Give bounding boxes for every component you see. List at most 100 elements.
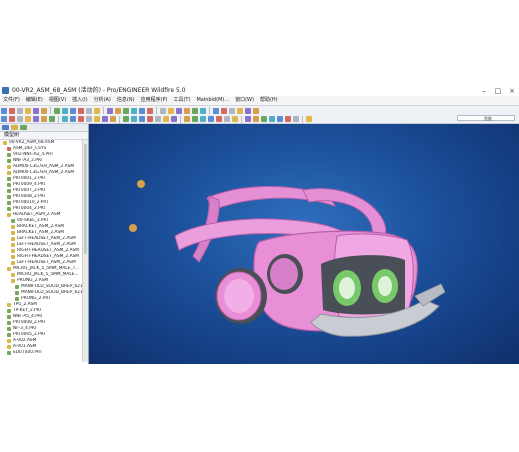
main-tool-icon[interactable] <box>139 107 145 114</box>
main-tool-icon[interactable] <box>160 107 166 114</box>
main-tool-icon[interactable] <box>184 107 190 114</box>
view-tool-icon[interactable] <box>208 116 214 122</box>
view-tool-icon[interactable] <box>269 116 275 122</box>
view-tool-icon[interactable] <box>17 116 23 122</box>
panel-title: 模型树 <box>4 132 20 138</box>
main-tool-icon[interactable] <box>192 107 198 114</box>
menu-item[interactable]: 插入(I) <box>69 96 90 105</box>
folder-browser-tab-icon[interactable] <box>11 125 18 130</box>
view-tool-icon[interactable] <box>123 116 129 122</box>
view-tool-icon[interactable] <box>110 116 116 122</box>
assembly-icon <box>11 273 15 277</box>
view-tool-icon[interactable] <box>41 116 47 122</box>
main-tool-icon[interactable] <box>123 107 129 114</box>
main-tool-icon[interactable] <box>253 107 259 114</box>
main-toolbar <box>0 106 519 115</box>
view-tool-icon[interactable] <box>285 116 291 122</box>
smart-filter-field[interactable]: 智能 <box>457 115 515 121</box>
part-icon <box>7 333 11 337</box>
menu-item[interactable]: 应用程序(P) <box>138 96 171 105</box>
main-tool-icon[interactable] <box>94 107 100 114</box>
view-tool-icon[interactable] <box>253 116 259 122</box>
main-tool-icon[interactable] <box>1 107 7 114</box>
minimize-button[interactable]: – <box>477 86 491 96</box>
main-tool-icon[interactable] <box>41 107 47 114</box>
main-tool-icon[interactable] <box>17 107 23 114</box>
view-tool-icon[interactable] <box>102 116 108 122</box>
view-tool-icon[interactable] <box>131 116 137 122</box>
favorites-tab-icon[interactable] <box>20 125 27 130</box>
main-tool-icon[interactable] <box>237 107 243 114</box>
view-tool-icon[interactable] <box>293 116 299 122</box>
view-tool-icon[interactable] <box>232 116 238 122</box>
model-tree-panel: 模型树 00-VR2_ASM_68.ASM ASM_DEF_CSYS VR2-NNF… <box>0 124 89 364</box>
main-tool-icon[interactable] <box>62 107 68 114</box>
main-tool-icon[interactable] <box>33 107 39 114</box>
scroll-thumb[interactable] <box>84 144 87 254</box>
view-tool-icon[interactable] <box>70 116 76 122</box>
menu-item[interactable]: 窗口(W) <box>232 96 257 105</box>
view-tool-icon[interactable] <box>277 116 283 122</box>
view-tool-icon[interactable] <box>86 116 92 122</box>
main-tool-icon[interactable] <box>245 107 251 114</box>
view-tool-icon[interactable] <box>171 116 177 122</box>
assembly-icon <box>11 249 15 253</box>
view-tool-icon[interactable] <box>163 116 169 122</box>
left-lens-center <box>339 277 355 299</box>
view-tool-icon[interactable] <box>184 116 190 122</box>
main-tool-icon[interactable] <box>131 107 137 114</box>
main-tool-icon[interactable] <box>54 107 60 114</box>
main-tool-icon[interactable] <box>200 107 206 114</box>
tree-scrollbar[interactable] <box>82 140 88 362</box>
main-tool-icon[interactable] <box>229 107 235 114</box>
view-tool-icon[interactable] <box>62 116 68 122</box>
main-tool-icon[interactable] <box>147 107 153 114</box>
main-tool-icon[interactable] <box>86 107 92 114</box>
view-tool-icon[interactable] <box>216 116 222 122</box>
main-tool-icon[interactable] <box>168 107 174 114</box>
close-button[interactable]: × <box>505 86 519 96</box>
tree-item[interactable]: EDUT400.PRT <box>0 350 82 356</box>
view-tool-icon[interactable] <box>224 116 230 122</box>
view-tool-icon[interactable] <box>155 116 161 122</box>
menu-item[interactable]: 帮助(H) <box>257 96 281 105</box>
main-tool-icon[interactable] <box>70 107 76 114</box>
main-tool-icon[interactable] <box>213 107 219 114</box>
menu-item[interactable]: 分析(A) <box>91 96 114 105</box>
part-icon <box>7 183 11 187</box>
menu-item[interactable]: 工具(T) <box>170 96 193 105</box>
main-tool-icon[interactable] <box>221 107 227 114</box>
graphics-viewport[interactable] <box>89 124 519 364</box>
view-tool-icon[interactable] <box>49 116 55 122</box>
menu-item[interactable]: 编辑(E) <box>23 96 46 105</box>
view-tool-icon[interactable] <box>147 116 153 122</box>
menu-item[interactable]: 文件(F) <box>0 96 23 105</box>
menu-item[interactable]: 视图(V) <box>46 96 69 105</box>
assembly-icon <box>11 255 15 259</box>
main-tool-icon[interactable] <box>115 107 121 114</box>
view-tool-icon[interactable] <box>25 116 31 122</box>
view-tool-icon[interactable] <box>1 116 7 122</box>
view-tool-icon[interactable] <box>192 116 198 122</box>
menu-item[interactable]: 信息(N) <box>114 96 138 105</box>
view-tool-icon[interactable] <box>245 116 251 122</box>
main-tool-icon[interactable] <box>9 107 15 114</box>
view-tool-icon[interactable] <box>200 116 206 122</box>
main-tool-icon[interactable] <box>176 107 182 114</box>
main-tool-icon[interactable] <box>107 107 113 114</box>
view-tool-icon[interactable] <box>78 116 84 122</box>
view-tool-icon[interactable] <box>306 116 312 122</box>
part-icon <box>15 285 19 289</box>
main-tool-icon[interactable] <box>25 107 31 114</box>
main-tool-icon[interactable] <box>78 107 84 114</box>
model-tree: 00-VR2_ASM_68.ASM ASM_DEF_CSYS VR2-NNF-A2_… <box>0 140 82 356</box>
view-tool-icon[interactable] <box>9 116 15 122</box>
view-tool-icon[interactable] <box>261 116 267 122</box>
view-tool-icon[interactable] <box>33 116 39 122</box>
model-tree-tab-icon[interactable] <box>2 125 9 130</box>
menu-item[interactable]: Mainbid(M)... <box>193 96 232 105</box>
view-tool-icon[interactable] <box>139 116 145 122</box>
menu-bar: 文件(F) 编辑(E) 视图(V) 插入(I) 分析(A) 信息(N) 应用程序(P) 工具(… <box>0 96 519 106</box>
maximize-button[interactable]: □ <box>491 86 505 96</box>
view-tool-icon[interactable] <box>94 116 100 122</box>
